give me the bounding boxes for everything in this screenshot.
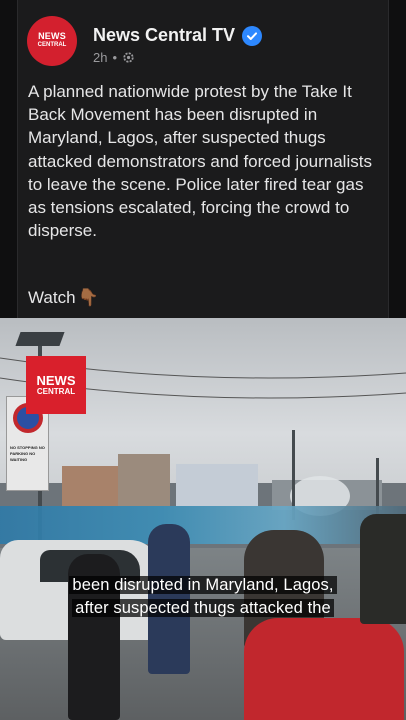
watch-label: Watch [28,288,76,307]
post-meta: 2h • [93,50,135,65]
channel-logo-line1: NEWS [36,372,76,388]
video-caption-line1: been disrupted in Maryland, Lagos, [0,575,406,596]
building-center [118,454,170,506]
page-name-link[interactable]: News Central TV [93,25,235,46]
watch-cta: Watch 👇🏾 [28,288,99,308]
video-player[interactable]: NO STOPPING NO PARKING NO WAITING NEWS C… [0,318,406,720]
street-lamp-head [15,332,65,346]
caption-text-1: been disrupted in Maryland, Lagos, [69,576,337,594]
building-glass [176,464,258,506]
verified-badge-icon [242,26,262,46]
channel-logo: NEWS CENTRAL [26,356,86,414]
meta-separator: • [112,50,118,65]
channel-logo-line2: CENTRAL [36,386,76,396]
gear-icon[interactable] [122,51,135,64]
post-timestamp[interactable]: 2h [93,50,107,65]
video-caption-line2: after suspected thugs attacked the [0,598,406,619]
caption-text-2: after suspected thugs attacked the [72,599,334,617]
pointing-down-emoji: 👇🏾 [77,288,99,307]
roadside-fence [0,506,406,544]
no-parking-text: NO STOPPING NO PARKING NO WAITING [10,445,45,462]
post-body-text: A planned nationwide protest by the Take… [28,82,372,241]
avatar-logo-line2: CENTRAL [37,42,67,48]
avatar-logo-line1: NEWS [38,31,66,41]
building-left [62,466,122,506]
person-red-shirt [244,618,404,720]
page-avatar[interactable]: NEWS CENTRAL [27,16,77,66]
